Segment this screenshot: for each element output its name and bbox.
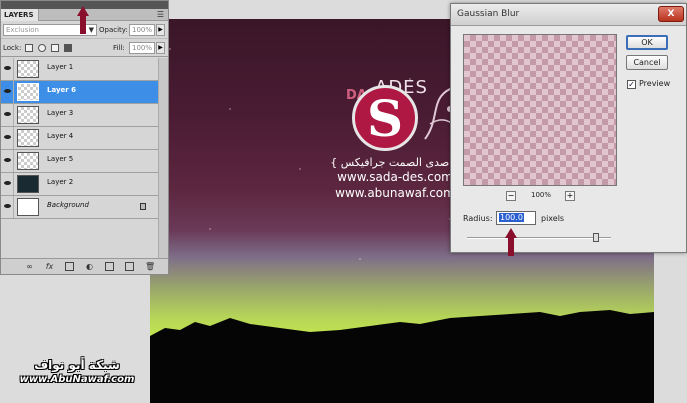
- layer-thumbnail: [17, 106, 39, 124]
- close-button[interactable]: X: [658, 6, 684, 22]
- opacity-input[interactable]: 100%: [129, 24, 155, 36]
- layer-row[interactable]: Layer 2: [1, 173, 158, 196]
- trash-icon[interactable]: 🗑: [145, 262, 155, 271]
- layer-row[interactable]: Layer 4: [1, 127, 158, 150]
- visibility-eye-icon[interactable]: [2, 173, 14, 195]
- radius-label: Radius:: [463, 214, 493, 223]
- layers-scrollbar[interactable]: [158, 58, 168, 258]
- lock-all-icon[interactable]: [64, 44, 72, 52]
- lock-position-icon[interactable]: [51, 44, 59, 52]
- visibility-eye-icon[interactable]: [2, 104, 14, 126]
- visibility-eye-icon[interactable]: [2, 81, 14, 103]
- layer-name: Layer 6: [47, 86, 77, 94]
- radius-slider-track[interactable]: [467, 237, 611, 239]
- watermark-url: www.AbuNawaf.com: [19, 374, 135, 385]
- opacity-label: Opacity:: [99, 26, 128, 34]
- layer-name: Layer 4: [47, 132, 74, 140]
- radius-unit: pixels: [541, 214, 565, 223]
- zoom-out-button[interactable]: −: [506, 191, 516, 201]
- lock-transparency-icon[interactable]: [25, 44, 33, 52]
- layer-name: Layer 1: [47, 63, 74, 71]
- layers-panel: LAYERS ☰ Exclusion ▼ Opacity: 100% ▶ Loc…: [0, 0, 169, 275]
- layer-row[interactable]: Background: [1, 196, 158, 219]
- radius-value: 100.0: [499, 213, 524, 222]
- ok-button[interactable]: OK: [626, 35, 668, 50]
- logo-s-letter: S: [366, 89, 404, 148]
- layers-footer: ∞ fx ◐ 🗑: [1, 258, 168, 274]
- hills-silhouette: [150, 310, 654, 403]
- layer-name: Layer 5: [47, 155, 74, 163]
- visibility-eye-icon[interactable]: [2, 58, 14, 80]
- opacity-slider-arrow-icon[interactable]: ▶: [156, 24, 165, 36]
- gaussian-blur-dialog: Gaussian Blur X OK Cancel ✓ Preview − 10…: [450, 3, 687, 253]
- sada-des-logo: ADES DAS S { صدى الصمت جرافيكس } www.sad…: [240, 49, 462, 219]
- layer-row[interactable]: Layer 5: [1, 150, 158, 173]
- link-icon[interactable]: ∞: [25, 262, 34, 271]
- logo-url-abunawaf: www.abunawaf.com: [335, 186, 455, 200]
- zoom-in-button[interactable]: +: [565, 191, 575, 201]
- blur-preview[interactable]: [463, 34, 617, 186]
- zoom-level: 100%: [531, 191, 552, 199]
- layer-row-selected[interactable]: Layer 6: [1, 81, 158, 104]
- fill-label: Fill:: [113, 44, 125, 52]
- preview-label: Preview: [639, 79, 671, 88]
- lock-label: Lock:: [3, 44, 22, 52]
- layer-name: Layer 3: [47, 109, 74, 117]
- tab-layers[interactable]: LAYERS: [1, 9, 39, 21]
- layer-lock-icon: [140, 203, 146, 210]
- layer-thumbnail: [17, 83, 39, 101]
- new-layer-icon[interactable]: [125, 262, 134, 271]
- folder-icon[interactable]: [105, 262, 114, 271]
- preview-checkbox[interactable]: ✓: [627, 80, 636, 89]
- panel-menu-icon[interactable]: ☰: [157, 10, 164, 19]
- layer-thumbnail: [17, 60, 39, 78]
- layer-thumbnail: [17, 175, 39, 193]
- layer-name: Layer 2: [47, 178, 74, 186]
- visibility-eye-icon[interactable]: [2, 127, 14, 149]
- dialog-titlebar[interactable]: Gaussian Blur X: [451, 4, 686, 26]
- layer-row[interactable]: Layer 1: [1, 58, 158, 81]
- watermark: شبكة أبو نواف www.AbuNawaf.com: [4, 358, 150, 385]
- annotation-arrow-radius: [505, 228, 517, 256]
- radius-slider-thumb[interactable]: [593, 233, 599, 242]
- lock-image-icon[interactable]: [38, 44, 46, 52]
- logo-url-sada: www.sada-des.com: [337, 170, 453, 184]
- layer-thumbnail: [17, 152, 39, 170]
- chevron-down-icon: ▼: [88, 26, 94, 34]
- blend-mode-value: Exclusion: [6, 26, 39, 34]
- layer-row[interactable]: Layer 3: [1, 104, 158, 127]
- fill-input[interactable]: 100%: [129, 42, 155, 54]
- fx-icon[interactable]: fx: [45, 262, 54, 271]
- lock-row: Lock: Fill: 100% ▶: [1, 39, 168, 57]
- radius-input[interactable]: 100.0: [496, 211, 536, 225]
- fill-slider-arrow-icon[interactable]: ▶: [156, 42, 165, 54]
- layer-thumbnail: [17, 198, 39, 216]
- layer-name: Background: [47, 201, 89, 209]
- visibility-eye-icon[interactable]: [2, 150, 14, 172]
- watermark-arabic: شبكة أبو نواف: [34, 358, 120, 372]
- logo-s-badge: S: [352, 85, 418, 151]
- annotation-arrow-blend: [77, 6, 89, 34]
- logo-arabic-text: { صدى الصمت جرافيكس }: [330, 156, 459, 169]
- cancel-button[interactable]: Cancel: [626, 55, 668, 70]
- visibility-eye-icon[interactable]: [2, 196, 14, 218]
- mask-icon[interactable]: [65, 262, 74, 271]
- dialog-title: Gaussian Blur: [457, 9, 520, 19]
- layer-thumbnail: [17, 129, 39, 147]
- adjustment-icon[interactable]: ◐: [85, 262, 94, 271]
